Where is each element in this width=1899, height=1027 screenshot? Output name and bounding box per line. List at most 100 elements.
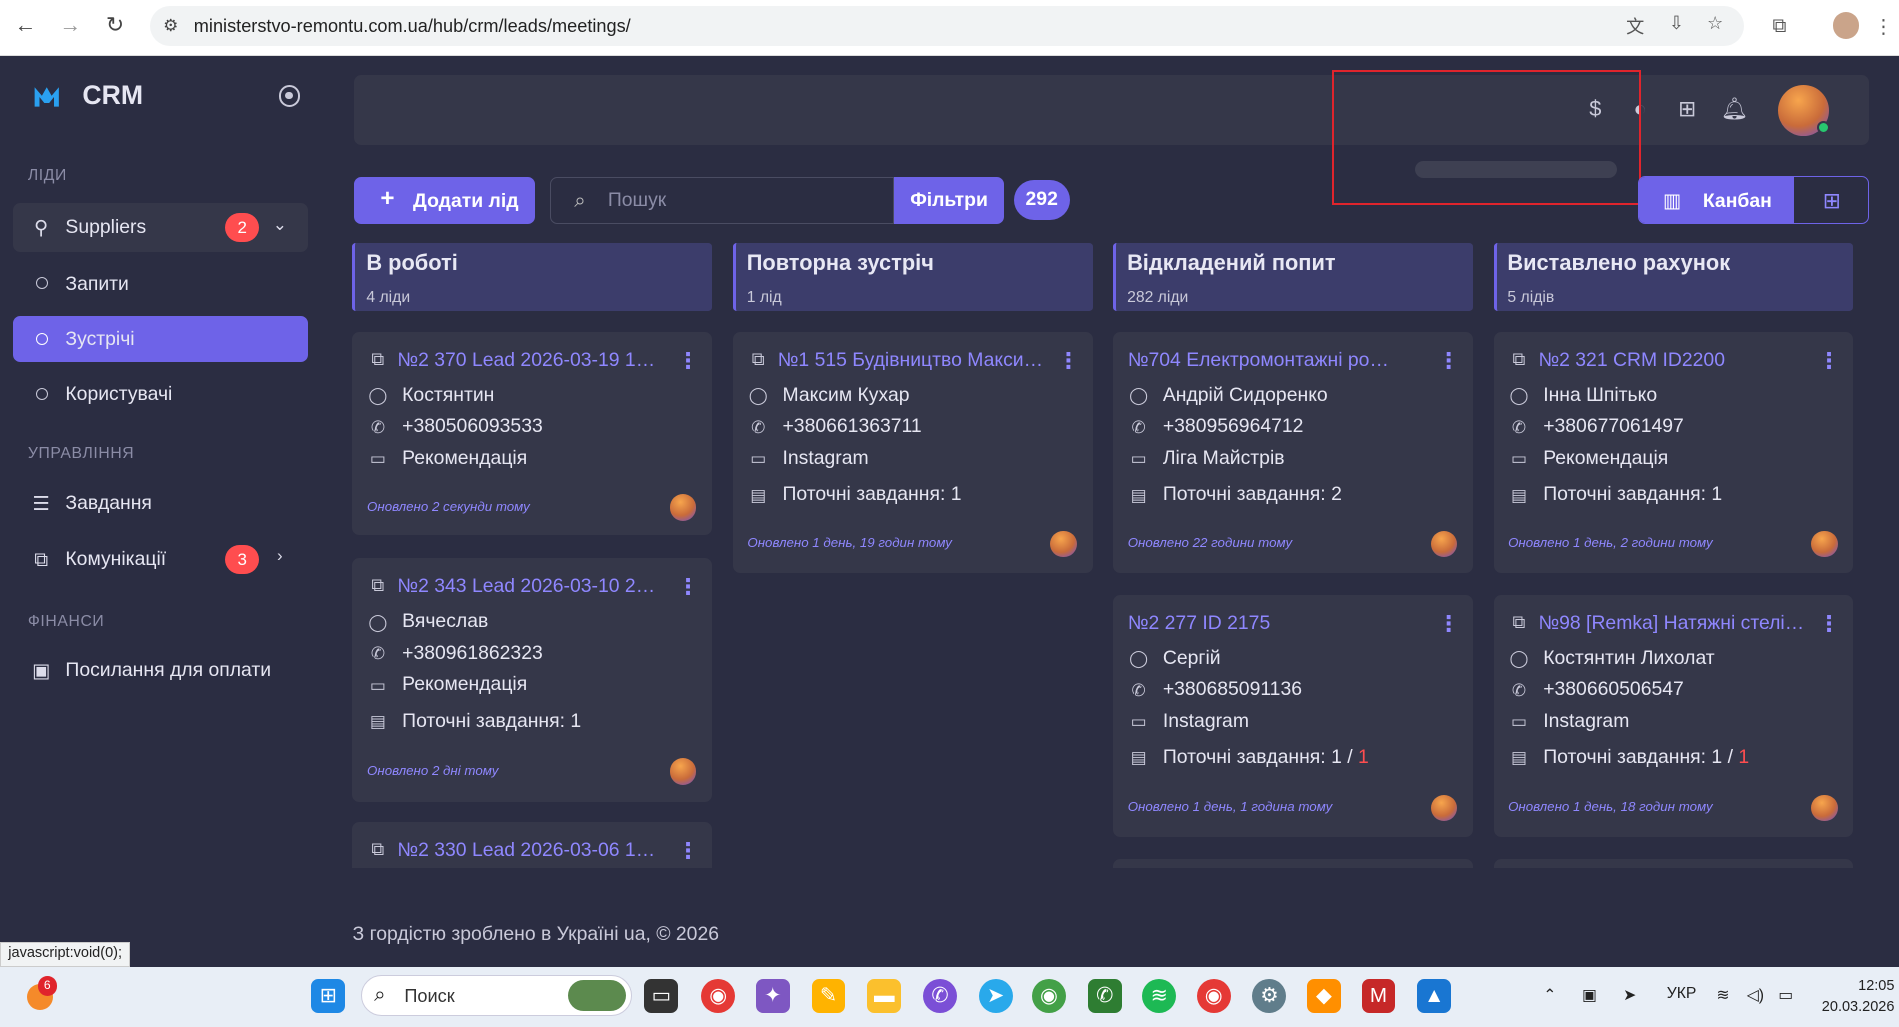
sidebar-item-requests[interactable]: Запити	[13, 260, 307, 306]
sidebar-item-meetings[interactable]: Зустрічі	[13, 316, 308, 363]
lead-card[interactable]: №2 277 ID 2175 ⋮ ◯ Сергій ✆ +380685091136 …	[1113, 594, 1473, 837]
card-menu-icon[interactable]: ⋮	[1818, 611, 1840, 636]
forward-icon[interactable]: →	[57, 12, 84, 39]
taskbar-search[interactable]: ⌕ Поиск	[360, 975, 633, 1017]
updated-time: Оновлено 1 день, 2 години тому	[1508, 535, 1713, 551]
photos-icon[interactable]: ▲	[1417, 978, 1452, 1013]
sidebar-item-suppliers[interactable]: ⚲ Suppliers 2 ⌄	[13, 203, 308, 252]
lead-card[interactable]: ⧉ №1 515 Будівництво Максим ... ⋮ ◯ Макси…	[732, 331, 1093, 573]
search-input[interactable]	[607, 187, 875, 215]
card-menu-icon[interactable]: ⋮	[677, 839, 699, 863]
windows-start-icon[interactable]: ⊞	[311, 978, 346, 1013]
lead-title-link[interactable]: №2 277 ID 2175	[1128, 612, 1394, 635]
bell-icon[interactable]: 🔔︎	[1720, 94, 1749, 123]
add-lead-button[interactable]: + Додати лід	[353, 176, 536, 225]
lead-title-link[interactable]: №704 Електромонтажні роботи	[1128, 349, 1394, 372]
task-view-icon[interactable]: ▭	[644, 978, 679, 1013]
taskbar-clock[interactable]: 12:05 20.03.2026	[1822, 976, 1895, 1017]
chevron-down-icon: ⌄	[272, 215, 287, 235]
paint-icon[interactable]: ✎	[811, 978, 846, 1013]
chrome-profile-icon[interactable]: ◉	[1032, 978, 1066, 1013]
lead-card[interactable]: ⧉ №98 [Remka] Натяжні стелі К... ⋮ ◯ Кост…	[1493, 594, 1854, 837]
sidebar-item-tasks[interactable]: ☰ Завдання	[13, 480, 307, 528]
address-bar[interactable]: ⚙ ministerstvo-remontu.com.ua/hub/crm/le…	[150, 6, 1745, 47]
kanban-view-label: Канбан	[1702, 189, 1772, 212]
sidebar-item-communications[interactable]: ⧉ Комунікації 3 ›	[13, 535, 307, 583]
app-icon[interactable]: ◆	[1306, 978, 1341, 1013]
tray-location-icon[interactable]: ➤	[1623, 985, 1636, 1005]
lead-title-link[interactable]: №2 370 Lead 2026-03-19 15:...	[397, 349, 663, 372]
circle-icon	[36, 387, 49, 400]
bookmark-star-icon[interactable]: ☆	[1703, 13, 1727, 37]
lead-card[interactable]: №704 Електромонтажні роботи ⋮ ◯ Андрій Си…	[1113, 331, 1473, 573]
file-explorer-icon[interactable]: ▬	[867, 978, 902, 1013]
app-title: CRM	[82, 79, 143, 110]
assignee-avatar	[1050, 530, 1077, 558]
wifi-icon[interactable]: ≋	[1716, 985, 1729, 1005]
browser-menu-icon[interactable]: ⋮	[1871, 15, 1895, 39]
card-menu-icon[interactable]: ⋮	[1438, 611, 1460, 636]
sidebar-item-payment-links[interactable]: ▣ Посилання для оплати	[13, 647, 307, 695]
site-settings-icon[interactable]: ⚙	[160, 15, 182, 37]
url-text[interactable]: ministerstvo-remontu.com.ua/hub/crm/lead…	[194, 16, 631, 37]
table-view-button[interactable]: ⊞	[1794, 177, 1868, 223]
lead-card[interactable]: ⧉ №2 321 CRM ID2200 ⋮ ◯ Інна Шпітько ✆ +38…	[1493, 331, 1854, 573]
overdue-tasks-count: 1	[1738, 746, 1750, 769]
kanban-column-header: Відкладений попит 282 ліди	[1113, 243, 1473, 312]
source-icon: ▭	[1130, 449, 1147, 469]
lead-title-link[interactable]: №1 515 Будівництво Максим ...	[778, 349, 1044, 372]
top-navbar: $ ◐ ⊞ 🔔︎	[353, 75, 1870, 146]
kanban-view-button[interactable]: ▥ Канбан	[1638, 176, 1794, 224]
battery-icon[interactable]: ▭	[1778, 985, 1793, 1005]
section-title-finance: ФІНАНСИ	[27, 612, 105, 630]
back-icon[interactable]: ←	[12, 12, 39, 39]
tray-chevron-icon[interactable]: ⌃	[1543, 985, 1556, 1005]
sidebar-item-users[interactable]: Користувачі	[13, 371, 307, 417]
tray-network-icon[interactable]: ▣	[1582, 985, 1597, 1005]
card-menu-icon[interactable]: ⋮	[1438, 348, 1460, 373]
card-menu-icon[interactable]: ⋮	[677, 575, 699, 599]
lead-title-link[interactable]: №2 330 Lead 2026-03-06 12:...	[397, 839, 663, 862]
volume-icon[interactable]: ◁)	[1747, 985, 1764, 1005]
phone-app-icon[interactable]: ✆	[1087, 978, 1122, 1013]
sidebar-toggle-icon[interactable]	[278, 84, 301, 107]
apps-grid-icon[interactable]: ⊞	[1673, 94, 1702, 123]
spotify-icon[interactable]: ≋	[1142, 978, 1177, 1013]
person-icon: ◯	[1129, 649, 1149, 669]
copilot-icon[interactable]: ✦	[755, 978, 790, 1013]
chrome-icon[interactable]: ◉	[701, 978, 736, 1013]
chat-icon: ⧉	[34, 548, 49, 571]
lead-title-link[interactable]: №2 343 Lead 2026-03-10 20:...	[397, 575, 663, 598]
language-indicator[interactable]: УКР	[1667, 985, 1697, 1003]
user-avatar[interactable]	[1778, 84, 1831, 136]
filters-button[interactable]: Фільтри	[893, 176, 1005, 225]
column-title: В роботі	[366, 249, 458, 275]
viber-icon[interactable]: ✆	[923, 978, 957, 1013]
lead-card[interactable]: ⧉ №2 343 Lead 2026-03-10 20:... ⋮ ◯ Вячес…	[352, 558, 713, 802]
lead-card[interactable]: ⧉ №2 370 Lead 2026-03-19 15:... ⋮ ◯ Костя…	[352, 331, 713, 536]
lead-title-link[interactable]: №2 321 CRM ID2200	[1538, 349, 1804, 372]
overdue-tasks-count: 1	[1358, 746, 1369, 769]
extensions-icon[interactable]: ⧉	[1767, 15, 1791, 39]
current-tasks: Поточні завдання: 1	[782, 483, 962, 506]
clock-date: 20.03.2026	[1821, 998, 1895, 1015]
profile-avatar[interactable]	[1832, 12, 1860, 39]
crm-logo-icon	[35, 87, 60, 107]
card-menu-icon[interactable]: ⋮	[1057, 348, 1079, 373]
settings-icon[interactable]: ⚙	[1252, 978, 1287, 1013]
translate-icon[interactable]: 文	[1623, 13, 1647, 37]
reload-icon[interactable]: ↻	[102, 12, 129, 39]
card-menu-icon[interactable]: ⋮	[677, 348, 699, 373]
telegram-icon[interactable]: ➤	[978, 978, 1013, 1013]
loading-skeleton	[1414, 161, 1618, 179]
mcafee-icon[interactable]: M	[1361, 978, 1396, 1013]
person-icon: ◯	[1129, 386, 1149, 406]
clock-time: 12:05	[1858, 978, 1895, 995]
chrome-alt-icon[interactable]: ◉	[1196, 978, 1231, 1013]
phone-icon: ✆	[1131, 417, 1146, 437]
clipboard-icon: ▤	[750, 485, 767, 505]
lead-title-link[interactable]: №98 [Remka] Натяжні стелі К...	[1538, 612, 1804, 635]
lead-card[interactable]: ⧉ №2 330 Lead 2026-03-06 12:... ⋮	[352, 822, 713, 869]
install-app-icon[interactable]: ⇩	[1664, 13, 1688, 37]
card-menu-icon[interactable]: ⋮	[1818, 348, 1840, 373]
